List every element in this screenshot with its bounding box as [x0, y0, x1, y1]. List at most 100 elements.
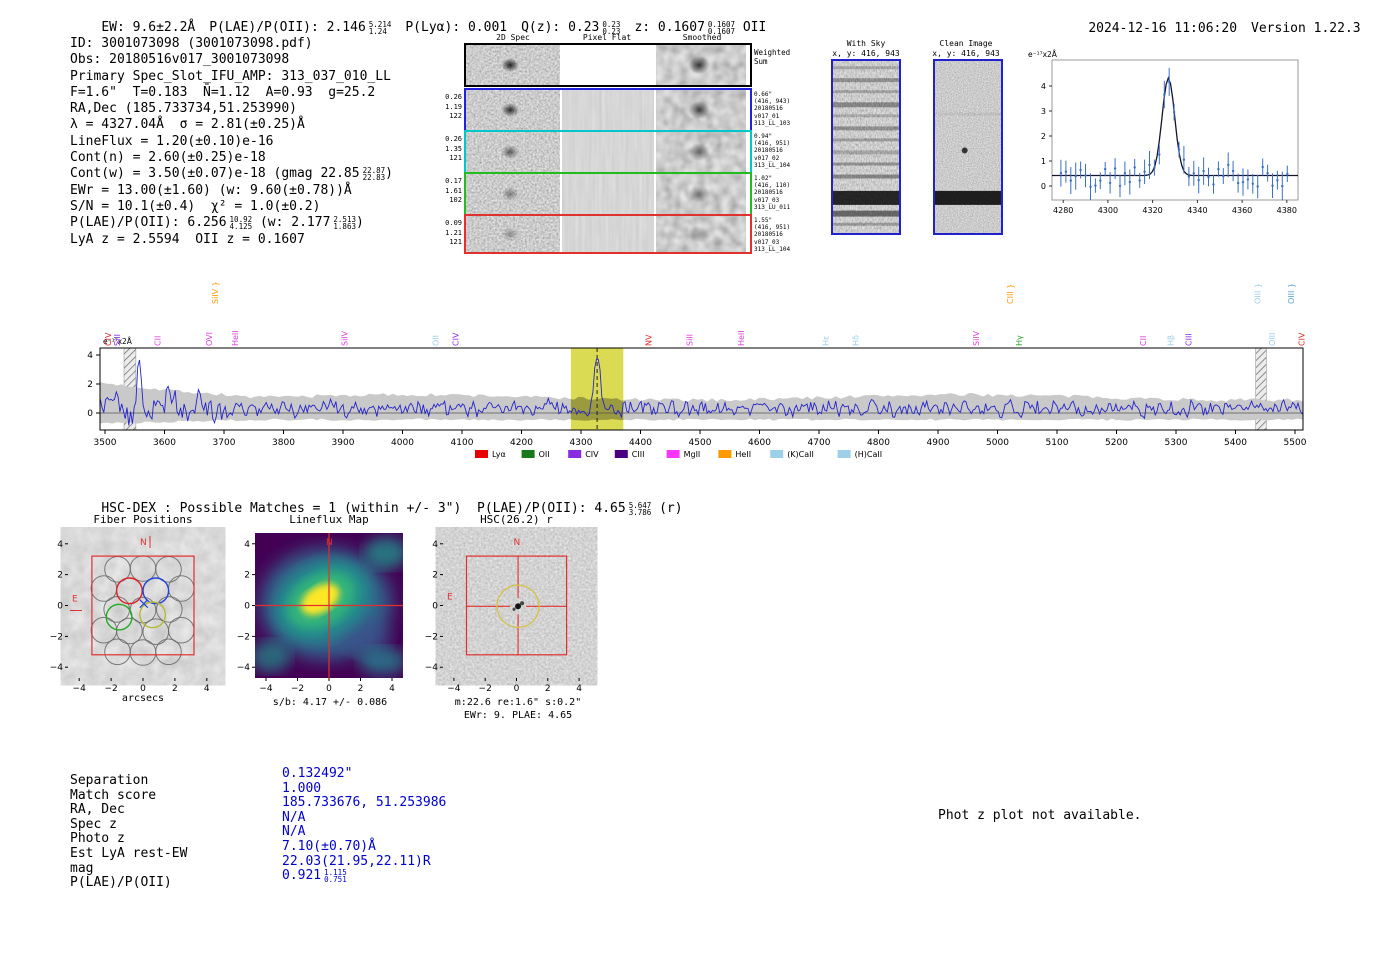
strip-meta-label: (416, 951)	[754, 140, 791, 148]
strip-right-labels: Weighted Sum	[754, 48, 800, 66]
with-sky-title: With Sky	[846, 39, 886, 48]
strip-weight-label: 1.19	[445, 102, 462, 111]
strip-meta-label: (416, 951)	[754, 224, 791, 232]
detection-info-block: ID: 3001073098 (3001073098.pdf) Obs: 201…	[70, 36, 393, 248]
match-label: Est LyA rest-EW	[70, 845, 188, 861]
gmag-lo: 22.83	[362, 173, 386, 183]
strip-meta-label: 0.66"	[754, 91, 773, 98]
match-table-row: Photo z N/A	[70, 824, 446, 846]
svg-text:−2: −2	[291, 684, 304, 694]
strip-meta-label: (416, 943)	[754, 98, 791, 106]
match-table-row: Separation 0.132492"	[70, 766, 446, 788]
plae-poii-value: P(LAE)/P(OII): 2.146	[209, 20, 366, 35]
pixel-flat-image	[562, 216, 654, 252]
match-value: 0.132492"	[282, 766, 353, 781]
fiber-axis-caption: arcsecs	[121, 693, 165, 704]
info-line-redshifts: LyA z = 2.5594 OII z = 0.1607	[70, 231, 305, 247]
svg-text:−4: −4	[50, 663, 64, 673]
svg-text:Hδ: Hδ	[851, 335, 860, 346]
svg-text:4: 4	[244, 540, 250, 550]
svg-text:CIV: CIV	[585, 450, 599, 459]
svg-text:5100: 5100	[1046, 438, 1069, 448]
strip-right-labels: 0.66" (416, 943) 20180516 v017_01 313_LL_103	[754, 91, 800, 127]
2d-spec-image	[466, 174, 560, 214]
svg-text:5500: 5500	[1284, 438, 1307, 448]
plae-text: P(LAE)/P(OII): 6.256	[70, 215, 227, 231]
contw-close: )	[385, 166, 393, 182]
strip-meta-label: v017_02	[754, 154, 780, 162]
svg-text:−2: −2	[425, 632, 438, 642]
svg-text:2: 2	[432, 571, 438, 581]
smoothed-image	[656, 216, 746, 252]
plae-w-text: (w: 2.177	[252, 215, 331, 231]
smoothed-cell	[656, 132, 746, 172]
strip-meta-label: v017_01	[754, 112, 780, 120]
2d-spec-image	[466, 216, 560, 252]
svg-text:4400: 4400	[629, 438, 652, 448]
plae-frac: 5.214 1.24	[368, 20, 392, 36]
hsc-image-panel: N E −4 −4 −2 −2 0 0 2 2 4 4	[425, 533, 590, 694]
hsc-plae-lo: 3.786	[628, 508, 652, 517]
match-value: 7.10(±0.70)Å	[282, 838, 376, 854]
match-label: RA, Dec	[70, 802, 125, 818]
svg-text:OVI: OVI	[205, 332, 214, 346]
svg-text:5400: 5400	[1224, 438, 1247, 448]
svg-text:Hγ: Hγ	[1015, 335, 1024, 346]
zoom-plot-frame	[1051, 59, 1299, 201]
north-label: N	[514, 538, 521, 548]
2d-spec-image	[466, 132, 560, 172]
svg-text:SiII: SiII	[685, 334, 694, 346]
east-label: E	[72, 595, 78, 605]
lineflux-sb-caption: s/b: 4.17 +/- 0.086	[272, 697, 388, 708]
spec2d-row	[464, 88, 752, 132]
strip-weight-label: 0.09	[445, 219, 462, 227]
strip-weight-label: 0.26	[445, 135, 462, 143]
spec2d-row	[464, 214, 752, 254]
2d-spec-cell	[466, 174, 560, 214]
2d-spec-image	[466, 90, 560, 130]
strip-left-labels: 0.09 1.21 121	[436, 219, 462, 248]
match-label: Separation	[70, 773, 149, 788]
photz-note: Phot z plot not available.	[938, 808, 1142, 823]
strip-meta-label: 313_LL_103	[754, 119, 791, 127]
svg-text:0: 0	[432, 602, 438, 612]
svg-text:3500: 3500	[94, 438, 117, 448]
svg-text:4300: 4300	[1098, 206, 1118, 215]
strip-meta-label: 313_LL_104	[754, 161, 791, 169]
match-value-frac: 1.115 0.751	[324, 867, 347, 885]
svg-text:4: 4	[87, 351, 93, 361]
north-label: N	[326, 538, 333, 548]
svg-text:0: 0	[87, 409, 93, 419]
svg-text:CIV: CIV	[1298, 332, 1307, 346]
clean-image-title: Clean Image	[939, 39, 993, 48]
report-timestamp: 2024-12-16 11:06:20	[1088, 21, 1238, 36]
plae-close: )	[355, 215, 364, 231]
svg-text:CIII: CIII	[632, 450, 645, 459]
pixel-flat-cell	[562, 90, 654, 130]
svg-text:HeII: HeII	[737, 330, 746, 346]
strip-weight-label: 122	[449, 112, 462, 120]
info-line-contn: Cont(n) = 2.60(±0.25)e-18	[70, 150, 266, 166]
svg-text:−2: −2	[50, 632, 63, 642]
plae-lo-2: 1.863	[333, 222, 356, 232]
info-line-sn: S/N = 10.1(±0.4) χ² = 1.0(±0.2)	[70, 198, 321, 214]
svg-text:0: 0	[326, 684, 332, 694]
error-envelope	[100, 381, 1303, 424]
strip-meta-label: 20180516	[754, 147, 783, 155]
svg-text:4360: 4360	[1232, 206, 1252, 215]
emission-line-markers: CIV SiII CII OVISiIV }HeII SiIV OII CIV NV SiII H…	[104, 281, 1307, 346]
pixel-flat-image	[562, 174, 654, 214]
svg-text:4800: 4800	[867, 438, 890, 448]
with-sky-image-panel	[831, 59, 901, 235]
svg-text:2: 2	[545, 684, 551, 694]
plae-lo: 1.24	[368, 27, 387, 36]
2d-spec-cell	[466, 90, 560, 130]
svg-text:4500: 4500	[689, 438, 712, 448]
spec2d-row	[464, 130, 752, 174]
svg-text:OIII }: OIII }	[1287, 283, 1296, 304]
zoom-gaussian-fit	[1052, 76, 1298, 177]
match-value: N/A	[282, 824, 306, 840]
pixel-flat-cell	[562, 132, 654, 172]
svg-text:2: 2	[358, 684, 364, 694]
svg-text:3700: 3700	[213, 438, 236, 448]
